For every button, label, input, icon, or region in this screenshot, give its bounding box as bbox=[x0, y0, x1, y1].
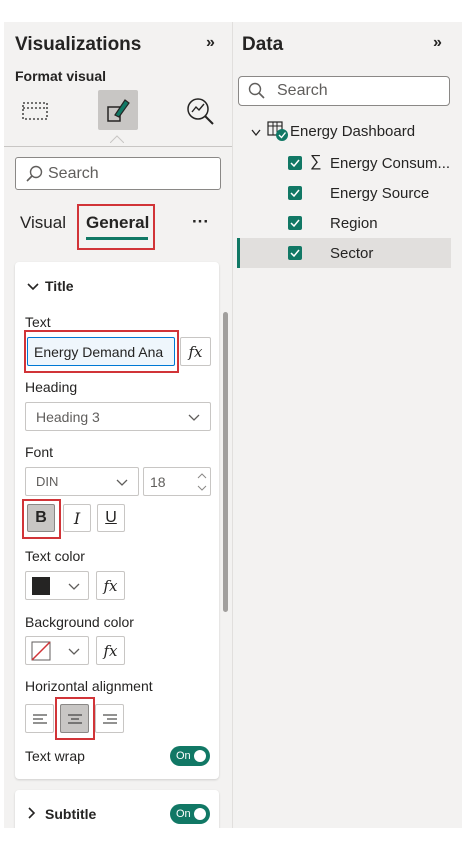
text-wrap-label: Text wrap bbox=[25, 748, 85, 764]
table-icon bbox=[267, 120, 289, 142]
title-section-header[interactable]: Title bbox=[45, 278, 74, 294]
heading-value: Heading 3 bbox=[36, 408, 100, 425]
search-placeholder: Search bbox=[277, 82, 328, 99]
more-options-icon[interactable]: ··· bbox=[192, 212, 209, 232]
sigma-icon: ∑ bbox=[310, 153, 322, 170]
title-text-value: Energy Demand Ana bbox=[34, 343, 164, 360]
italic-button[interactable]: I bbox=[63, 504, 91, 532]
no-color-swatch-icon bbox=[31, 640, 51, 661]
text-color-label: Text color bbox=[25, 548, 85, 564]
align-right-icon bbox=[102, 714, 117, 723]
list-item-selected[interactable]: Sector bbox=[237, 238, 451, 268]
selected-caret bbox=[109, 130, 125, 144]
color-swatch bbox=[32, 576, 50, 595]
text-label: Text bbox=[25, 314, 51, 330]
horizontal-alignment-label: Horizontal alignment bbox=[25, 678, 153, 694]
chevron-down-icon bbox=[68, 583, 80, 590]
stepper-arrows-icon[interactable] bbox=[197, 471, 207, 493]
align-left-button[interactable] bbox=[25, 704, 54, 733]
selection-indicator bbox=[237, 238, 240, 268]
subtitle-toggle[interactable]: On bbox=[170, 804, 210, 824]
toggle-state: On bbox=[176, 808, 191, 820]
font-family-value: DIN bbox=[36, 474, 59, 489]
format-visual-label: Format visual bbox=[15, 68, 107, 84]
checkbox-checked-icon[interactable] bbox=[288, 216, 302, 230]
data-search-input[interactable]: Search bbox=[238, 76, 450, 106]
tab-underline bbox=[86, 237, 148, 240]
align-center-button[interactable] bbox=[60, 704, 89, 733]
collapse-pane-icon[interactable]: » bbox=[206, 34, 215, 52]
search-placeholder: Search bbox=[48, 164, 99, 182]
font-label: Font bbox=[25, 444, 54, 460]
font-size-value: 18 bbox=[150, 473, 166, 490]
data-title: Data bbox=[242, 34, 284, 55]
chevron-down-icon[interactable] bbox=[27, 279, 39, 295]
visualizations-title: Visualizations bbox=[15, 34, 142, 55]
chevron-down-icon[interactable] bbox=[251, 124, 261, 142]
heading-label: Heading bbox=[25, 379, 78, 395]
text-color-picker[interactable] bbox=[25, 571, 89, 600]
background-color-picker[interactable] bbox=[25, 636, 89, 665]
subtitle-section-header[interactable]: Subtitle bbox=[45, 806, 96, 822]
search-icon bbox=[26, 165, 43, 182]
subtitle-card: Subtitle On bbox=[15, 790, 219, 828]
chevron-down-icon bbox=[188, 414, 200, 421]
viz-search-input[interactable]: Search bbox=[15, 157, 221, 190]
format-visual-icon[interactable] bbox=[98, 90, 138, 130]
build-visual-icon[interactable] bbox=[16, 92, 54, 130]
tab-general[interactable]: General bbox=[86, 213, 149, 233]
list-item[interactable]: Energy Source bbox=[237, 180, 451, 210]
heading-dropdown[interactable]: Heading 3 bbox=[25, 402, 211, 431]
visualizations-pane: Visualizations » Format visual Search Vi… bbox=[4, 22, 232, 828]
align-left-icon bbox=[32, 714, 47, 723]
analytics-icon[interactable] bbox=[181, 92, 219, 130]
scrollbar-thumb[interactable] bbox=[223, 312, 228, 612]
bold-button[interactable]: B bbox=[27, 504, 55, 532]
toggle-knob bbox=[193, 750, 206, 762]
chevron-down-icon bbox=[116, 479, 128, 486]
field-label: Energy Source bbox=[330, 185, 430, 202]
list-item[interactable]: Region bbox=[237, 210, 451, 240]
checkbox-checked-icon[interactable] bbox=[288, 156, 302, 170]
list-item[interactable]: ∑ Energy Consum... bbox=[237, 150, 451, 180]
checkbox-checked-icon[interactable] bbox=[288, 186, 302, 200]
search-icon bbox=[248, 82, 265, 99]
underline-button[interactable]: U bbox=[97, 504, 125, 532]
font-family-dropdown[interactable]: DIN bbox=[25, 467, 139, 496]
tab-visual[interactable]: Visual bbox=[20, 213, 66, 233]
divider bbox=[4, 146, 232, 147]
align-center-icon bbox=[67, 714, 82, 723]
title-card: Title Text Energy Demand Ana fx Heading … bbox=[15, 262, 219, 779]
collapse-pane-icon[interactable]: » bbox=[433, 34, 442, 52]
field-label: Energy Consum... bbox=[330, 155, 451, 172]
chevron-right-icon[interactable] bbox=[27, 806, 37, 824]
toggle-knob bbox=[193, 808, 206, 820]
checkbox-checked-icon[interactable] bbox=[288, 246, 302, 260]
data-pane: Data » Search Energy Dashboard ∑ Energy … bbox=[232, 22, 462, 828]
field-list: ∑ Energy Consum... Energy Source Region … bbox=[237, 150, 451, 300]
text-color-fx-button[interactable]: fx bbox=[96, 571, 125, 600]
table-name[interactable]: Energy Dashboard bbox=[290, 123, 415, 140]
text-wrap-toggle[interactable]: On bbox=[170, 746, 210, 766]
toggle-state: On bbox=[176, 750, 191, 762]
field-label: Region bbox=[330, 215, 378, 232]
background-fx-button[interactable]: fx bbox=[96, 636, 125, 665]
title-text-input[interactable]: Energy Demand Ana bbox=[27, 337, 175, 366]
chevron-down-icon bbox=[68, 648, 80, 655]
fx-button[interactable]: fx bbox=[180, 337, 211, 366]
field-label: Sector bbox=[330, 245, 374, 262]
align-right-button[interactable] bbox=[95, 704, 124, 733]
background-color-label: Background color bbox=[25, 614, 134, 630]
font-size-stepper[interactable]: 18 bbox=[143, 467, 211, 496]
